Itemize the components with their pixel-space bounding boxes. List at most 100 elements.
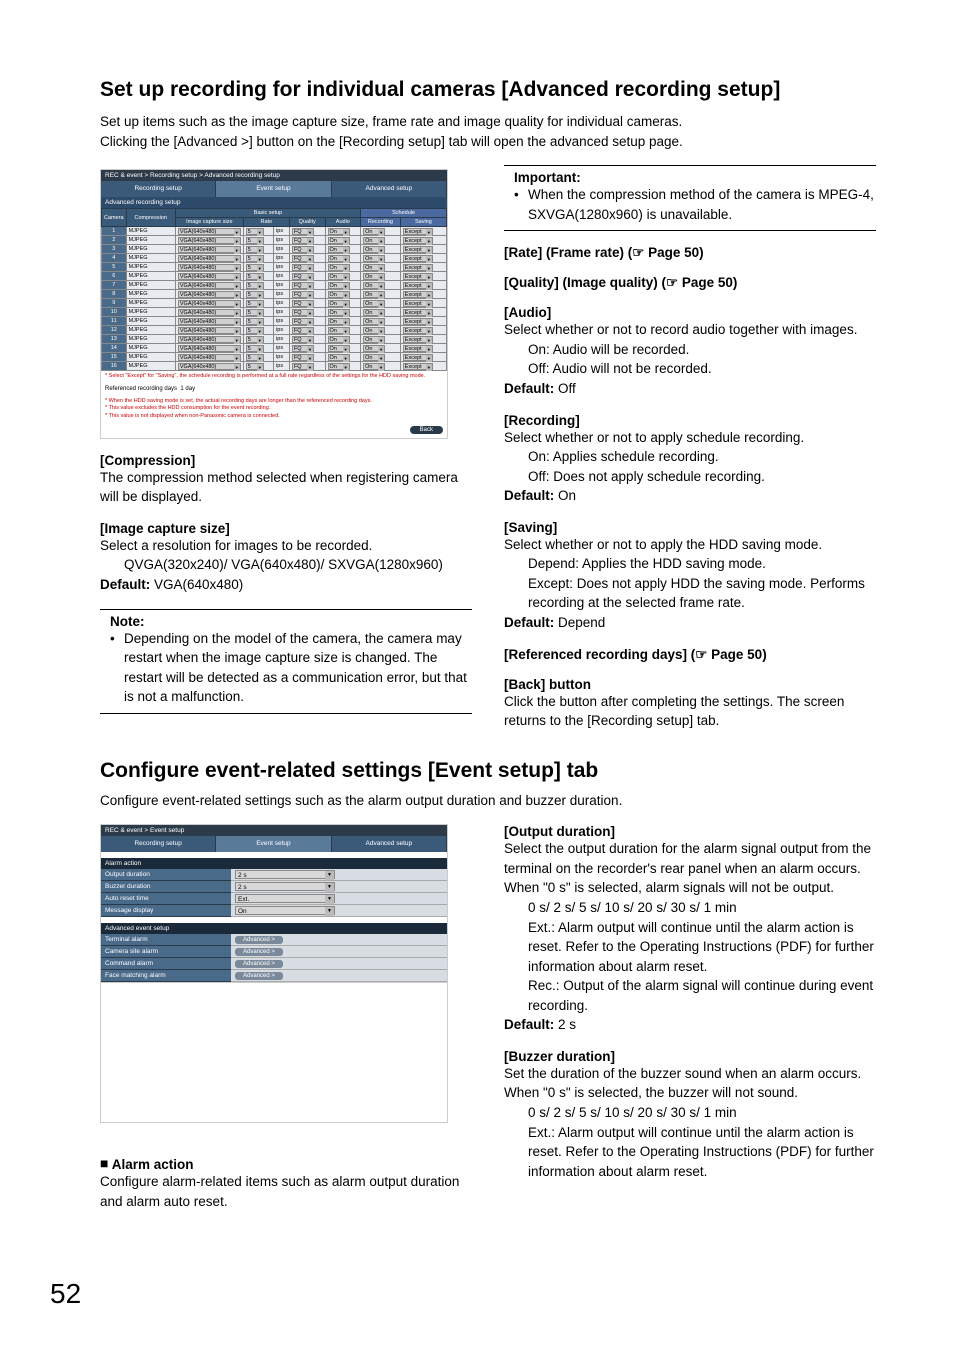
ss1-table-row: 16MJPEGVGA(640x480)5ipsFQOnOnExcept — [102, 362, 447, 371]
ss2-dropdown[interactable]: On — [235, 906, 335, 915]
buzzer-duration-heading: [Buzzer duration] — [504, 1049, 876, 1064]
ss2-group-alarm-action: Alarm action — [101, 858, 447, 869]
heading-advanced-recording: Set up recording for individual cameras … — [100, 78, 876, 102]
saving-default: Default: Depend — [504, 613, 876, 633]
ss2-row: Terminal alarmAdvanced — [101, 934, 447, 946]
ss1-table-row: 15MJPEGVGA(640x480)5ipsFQOnOnExcept — [102, 353, 447, 362]
audio-heading: [Audio] — [504, 305, 876, 320]
compression-heading: [Compression] — [100, 453, 472, 468]
imgsize-default: Default: VGA(640x480) — [100, 575, 472, 595]
ss1-table-row: 3MJPEGVGA(640x480)5ipsFQOnOnExcept — [102, 245, 447, 254]
ss2-row: Command alarmAdvanced — [101, 958, 447, 970]
ss2-advanced-button[interactable]: Advanced — [235, 948, 283, 956]
ss1-table-row: 4MJPEGVGA(640x480)5ipsFQOnOnExcept — [102, 254, 447, 263]
alarm-action-heading: ■ Alarm action — [100, 1155, 472, 1172]
quality-heading: [Quality] (Image quality) (☞ Page 50) — [504, 275, 876, 291]
ss1-table-row: 5MJPEGVGA(640x480)5ipsFQOnOnExcept — [102, 263, 447, 272]
ss2-tab-event[interactable]: Event setup — [216, 836, 331, 852]
saving-body: Select whether or not to apply the HDD s… — [504, 535, 876, 555]
saving-except: Except: Does not apply HDD the saving mo… — [504, 574, 876, 613]
ss1-foot2: * When the HDD saving mode is set, the a… — [105, 398, 443, 405]
ss1-table-row: 12MJPEGVGA(640x480)5ipsFQOnOnExcept — [102, 326, 447, 335]
ss1-table-row: 11MJPEGVGA(640x480)5ipsFQOnOnExcept — [102, 317, 447, 326]
ss2-row: Buzzer duration2 s — [101, 881, 447, 893]
bullet-icon: • — [110, 629, 124, 707]
note-text: Depending on the model of the camera, th… — [124, 629, 472, 707]
ss2-advanced-button[interactable]: Advanced — [235, 960, 283, 968]
output-duration-body: Select the output duration for the alarm… — [504, 839, 876, 898]
output-duration-heading: [Output duration] — [504, 824, 876, 839]
output-duration-rec: Rec.: Output of the alarm signal will co… — [504, 976, 876, 1015]
ss2-breadcrumb: REC & event > Event setup — [101, 825, 447, 836]
ss1-foot3: * This value excludes the HDD consumptio… — [105, 405, 443, 412]
ss2-advanced-button[interactable]: Advanced — [235, 936, 283, 944]
ss1-table-row: 8MJPEGVGA(640x480)5ipsFQOnOnExcept — [102, 290, 447, 299]
ss1-th-size: Image capture size — [175, 218, 243, 227]
screenshot-advanced-recording: REC & event > Recording setup > Advanced… — [100, 169, 448, 439]
imgsize-body1: Select a resolution for images to be rec… — [100, 536, 472, 556]
audio-on: On: Audio will be recorded. — [504, 340, 876, 360]
ss2-tab-advanced[interactable]: Advanced setup — [332, 836, 447, 852]
recording-heading: [Recording] — [504, 413, 876, 428]
heading-event-setup: Configure event-related settings [Event … — [100, 759, 876, 783]
alarm-action-body: Configure alarm-related items such as al… — [100, 1172, 472, 1211]
ss1-footnotes-lower: * When the HDD saving mode is set, the a… — [101, 396, 447, 421]
ss2-tab-recording[interactable]: Recording setup — [101, 836, 216, 852]
buzzer-duration-options: 0 s/ 2 s/ 5 s/ 10 s/ 20 s/ 30 s/ 1 min — [504, 1103, 876, 1123]
ss1-th-schedule: Schedule — [361, 209, 447, 218]
bullet-icon: • — [514, 185, 528, 224]
ss1-tab-event[interactable]: Event setup — [216, 181, 331, 197]
intro-text: Set up items such as the image capture s… — [100, 112, 876, 151]
buzzer-duration-body: Set the duration of the buzzer sound whe… — [504, 1064, 876, 1103]
note-title: Note: — [100, 614, 472, 629]
important-body: • When the compression method of the cam… — [504, 185, 876, 224]
screenshot-event-setup: REC & event > Event setup Recording setu… — [100, 824, 448, 1123]
saving-depend: Depend: Applies the HDD saving mode. — [504, 554, 876, 574]
ss1-tabs: Recording setup Event setup Advanced set… — [101, 181, 447, 197]
ss2-dropdown[interactable]: 2 s — [235, 882, 335, 891]
ss1-subbar: Advanced recording setup — [101, 197, 447, 208]
ss2-dropdown[interactable]: 2 s — [235, 870, 335, 879]
important-box: Important: • When the compression method… — [504, 165, 876, 231]
ss1-tab-recording[interactable]: Recording setup — [101, 181, 216, 197]
back-body: Click the button after completing the se… — [504, 692, 876, 731]
intro2-text: Configure event-related settings such as… — [100, 791, 876, 811]
ss2-group-adv-event: Advanced event setup — [101, 923, 447, 934]
ss1-table-row: 1MJPEGVGA(640x480)5ipsFQOnOnExcept — [102, 227, 447, 236]
ss2-row: Message displayOn — [101, 905, 447, 917]
output-duration-default: Default: 2 s — [504, 1015, 876, 1035]
ss1-table-row: 9MJPEGVGA(640x480)5ipsFQOnOnExcept — [102, 299, 447, 308]
output-duration-options: 0 s/ 2 s/ 5 s/ 10 s/ 20 s/ 30 s/ 1 min — [504, 898, 876, 918]
ss1-tab-advanced[interactable]: Advanced setup — [332, 181, 447, 197]
audio-body: Select whether or not to record audio to… — [504, 320, 876, 340]
recording-on: On: Applies schedule recording. — [504, 447, 876, 467]
ss1-table-row: 7MJPEGVGA(640x480)5ipsFQOnOnExcept — [102, 281, 447, 290]
audio-off: Off: Audio will not be recorded. — [504, 359, 876, 379]
ss2-row: Camera site alarmAdvanced — [101, 946, 447, 958]
ss2-advanced-button[interactable]: Advanced — [235, 972, 283, 980]
imgsize-body2: QVGA(320x240)/ VGA(640x480)/ SXVGA(1280x… — [100, 555, 472, 575]
rate-heading: [Rate] (Frame rate) (☞ Page 50) — [504, 245, 876, 261]
ss1-th-audio: Audio — [325, 218, 361, 227]
recording-off: Off: Does not apply schedule recording. — [504, 467, 876, 487]
ss1-th-rate: Rate — [243, 218, 289, 227]
ss1-th-quality: Quality — [289, 218, 325, 227]
saving-heading: [Saving] — [504, 520, 876, 535]
ss2-tabs: Recording setup Event setup Advanced set… — [101, 836, 447, 852]
ss1-th-saving: Saving — [400, 218, 446, 227]
ss1-back-button[interactable]: Back — [410, 426, 443, 434]
ss1-refdays: Referenced recording days 1 day — [101, 382, 447, 396]
audio-default: Default: Off — [504, 379, 876, 399]
ss1-footnote1: * Select "Except" for "Saving", the sche… — [101, 371, 447, 382]
ss2-dropdown[interactable]: Ext. — [235, 894, 335, 903]
ss1-th-recording: Recording — [361, 218, 401, 227]
note-body: • Depending on the model of the camera, … — [100, 629, 472, 707]
ss1-th-basic: Basic setup — [175, 209, 360, 218]
recording-body: Select whether or not to apply schedule … — [504, 428, 876, 448]
ss1-th-camera: Camera — [102, 209, 127, 227]
ss1-th-compression: Compression — [126, 209, 175, 227]
ss1-table-row: 6MJPEGVGA(640x480)5ipsFQOnOnExcept — [102, 272, 447, 281]
ss1-breadcrumb: REC & event > Recording setup > Advanced… — [101, 170, 447, 181]
ss1-table-row: 2MJPEGVGA(640x480)5ipsFQOnOnExcept — [102, 236, 447, 245]
buzzer-duration-ext: Ext.: Alarm output will continue until t… — [504, 1123, 876, 1182]
